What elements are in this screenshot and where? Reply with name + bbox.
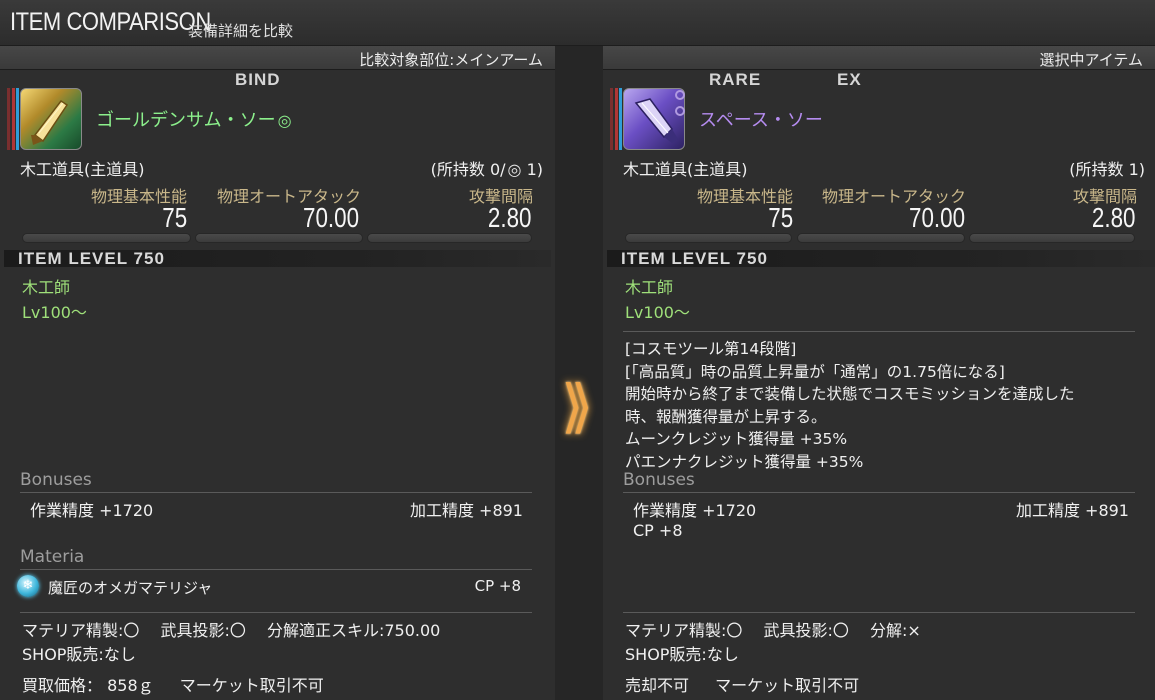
owned-count: (所持数 1) — [1069, 160, 1145, 179]
stat-value-auto-attack: 70.00 — [302, 202, 359, 233]
item-name: スペース・ソー — [699, 110, 823, 131]
stat-value-physical-damage: 75 — [768, 202, 793, 233]
materia-title: Materia — [20, 547, 85, 567]
window-subtitle: 装備詳細を比較 — [188, 22, 294, 40]
stat-value-delay: 2.80 — [1091, 202, 1135, 233]
materia-slot-icon — [675, 90, 685, 100]
rarity-bars — [609, 88, 623, 150]
item-level: ITEM LEVEL 750 — [18, 249, 165, 268]
divider — [623, 331, 1135, 332]
item-name: ゴールデンサム・ソー ◎ — [96, 110, 292, 131]
description-line: 時、報酬獲得量が上昇する。 — [625, 407, 827, 426]
panel-header: 比較対象部位:メインアーム — [0, 46, 555, 70]
panel-header-label: 選択中アイテム — [1039, 51, 1143, 69]
stat-track — [797, 233, 965, 243]
compare-target-panel: 比較対象部位:メインアーム BIND ゴールデンサム・ソー ◎ 木工道具(主道具)… — [0, 46, 555, 700]
snowflake-icon: ❄ — [17, 575, 39, 597]
item-icon-space-saw[interactable] — [609, 88, 685, 150]
item-description: [コスモツール第14段階] [「高品質」時の品質上昇量が「通常」の1.75倍にな… — [625, 338, 1075, 473]
item-category: 木工道具(主道具) — [20, 160, 145, 179]
rare-tag: RARE — [709, 70, 762, 89]
description-line: [コスモツール第14段階] — [625, 340, 797, 358]
bonus-control: 作業精度 +1720 — [30, 501, 154, 520]
footer-line-meld: マテリア精製:〇 武具投影:〇 分解適正スキル:750.00 — [22, 621, 441, 640]
item-icon-golden-saw[interactable] — [6, 88, 82, 150]
double-chevron-right-icon: ⟫ — [561, 372, 594, 440]
item-level: ITEM LEVEL 750 — [621, 249, 768, 268]
description-line: [「高品質」時の品質上昇量が「通常」の1.75倍になる] — [625, 362, 1005, 381]
selected-item-panel: 選択中アイテム RARE EX スペース・ソー 木工道具(主道具) (所持数 1… — [603, 46, 1155, 700]
panel-header: 選択中アイテム — [603, 46, 1155, 70]
divider — [623, 492, 1135, 493]
item-category: 木工道具(主道具) — [623, 160, 748, 179]
golden-saw-icon — [20, 88, 82, 150]
job-class: 木工師 — [625, 278, 674, 297]
stat-track — [969, 233, 1135, 243]
required-level: Lv100〜 — [625, 303, 690, 322]
footer-line-price: 売却不可 マーケット取引不可 — [625, 676, 860, 695]
bind-tag: BIND — [235, 70, 281, 89]
bonus-cp: CP +8 — [633, 521, 683, 540]
job-class: 木工師 — [22, 278, 71, 297]
title-bar: ITEM COMPARISON 装備詳細を比較 — [0, 0, 1155, 46]
panel-header-label: 比較対象部位:メインアーム — [359, 51, 543, 69]
footer-line-price: 買取価格： 858ｇ マーケット取引不可 — [22, 676, 324, 695]
divider — [20, 569, 532, 570]
stat-track — [625, 233, 792, 243]
window-title: ITEM COMPARISON — [10, 8, 211, 36]
materia-slot-icon — [675, 106, 685, 116]
divider — [20, 612, 532, 613]
rarity-bars — [6, 88, 20, 150]
item-level-bar: ITEM LEVEL 750 — [607, 249, 1155, 268]
footer-line-shop: SHOP販売:なし — [22, 645, 136, 664]
description-line: ムーンクレジット獲得量 +35% — [625, 430, 848, 448]
owned-count: (所持数 0/◎ 1) — [430, 160, 543, 179]
stat-track — [22, 233, 191, 243]
bonus-control: 作業精度 +1720 — [633, 501, 757, 520]
stat-value-auto-attack: 70.00 — [908, 202, 965, 233]
divider — [623, 612, 1135, 613]
item-level-bar: ITEM LEVEL 750 — [4, 249, 551, 268]
description-line: 開始時から終了まで装備した状態でコスモミッションを達成した — [625, 385, 1075, 403]
bonus-craftsmanship: 加工精度 +891 — [1015, 501, 1129, 520]
bonuses-title: Bonuses — [623, 470, 695, 490]
divider — [20, 492, 532, 493]
ex-tag: EX — [837, 70, 862, 89]
hq-icon: ◎ — [507, 160, 522, 179]
required-level: Lv100〜 — [22, 303, 87, 322]
stat-track — [195, 233, 363, 243]
bonuses-title: Bonuses — [20, 470, 92, 490]
footer-line-meld: マテリア精製:〇 武具投影:〇 分解:× — [625, 621, 921, 640]
stat-track — [367, 233, 532, 243]
hq-icon: ◎ — [277, 111, 292, 130]
stat-value-delay: 2.80 — [487, 202, 531, 233]
materia-name[interactable]: 魔匠のオメガマテリジャ — [48, 577, 212, 598]
footer-line-shop: SHOP販売:なし — [625, 645, 739, 664]
materia-effect: CP +8 — [474, 577, 521, 595]
stat-value-physical-damage: 75 — [162, 202, 187, 233]
bonus-craftsmanship: 加工精度 +891 — [409, 501, 523, 520]
